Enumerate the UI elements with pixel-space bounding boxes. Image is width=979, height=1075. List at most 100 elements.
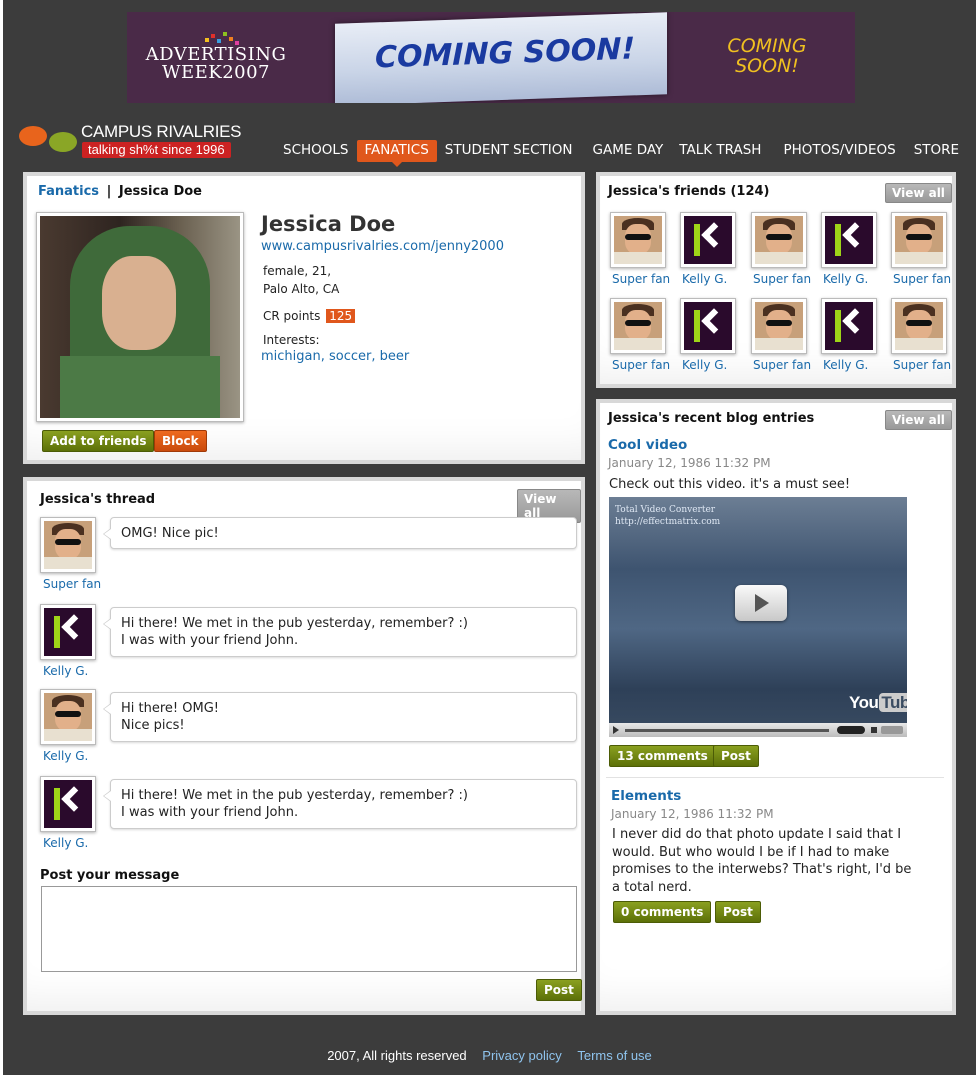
message-avatar[interactable] bbox=[40, 689, 96, 745]
message-bubble: Hi there! We met in the pub yesterday, r… bbox=[103, 779, 577, 829]
friend-avatar[interactable] bbox=[751, 298, 807, 354]
post-message-textarea[interactable] bbox=[41, 886, 577, 972]
profile-url-link[interactable]: www.campusrivalries.com/jenny2000 bbox=[261, 239, 504, 254]
blog-post-button[interactable]: Post bbox=[713, 745, 759, 767]
blog-comments-button[interactable]: 13 comments bbox=[609, 745, 716, 767]
ad-line2: WEEK2007 bbox=[161, 62, 271, 83]
kelly-avatar-image bbox=[44, 780, 92, 828]
blog-entry-body: Check out this video. it's a must see! bbox=[609, 477, 851, 492]
profile-photo[interactable] bbox=[36, 212, 244, 422]
friend-name-link[interactable]: Super fan bbox=[753, 358, 811, 372]
friend-avatar[interactable] bbox=[751, 212, 807, 268]
friends-panel: Jessica's friends (124) View all Super f… bbox=[596, 172, 956, 388]
kelly-avatar-image bbox=[44, 608, 92, 656]
video-play-small-icon[interactable] bbox=[613, 726, 619, 734]
friend-name-link[interactable]: Super fan bbox=[893, 358, 951, 372]
friend-avatar[interactable] bbox=[680, 298, 736, 354]
post-message-label: Post your message bbox=[40, 868, 180, 883]
video-player[interactable]: Total Video Converter http://effectmatri… bbox=[609, 497, 907, 737]
friend-avatar[interactable] bbox=[680, 212, 736, 268]
blog-entry-title[interactable]: Elements bbox=[611, 788, 681, 804]
friend-avatar[interactable] bbox=[610, 298, 666, 354]
nav-schools[interactable]: SCHOOLS bbox=[279, 140, 357, 162]
message-author-link[interactable]: Super fan bbox=[43, 577, 101, 591]
main-nav: SCHOOLS FANATICS STUDENT SECTION GAME DA… bbox=[279, 140, 967, 167]
blog-entry-divider bbox=[606, 777, 944, 778]
message-text-line2: I was with your friend John. bbox=[121, 633, 299, 648]
super-fan-avatar-image bbox=[44, 693, 92, 741]
video-watermark-title: Total Video Converter bbox=[615, 505, 716, 515]
blog-comments-button[interactable]: 0 comments bbox=[613, 901, 712, 923]
super-fan-avatar-image bbox=[614, 302, 662, 350]
youtube-logo-you: You bbox=[849, 693, 879, 712]
nav-fanatics[interactable]: FANATICS bbox=[356, 140, 437, 167]
breadcrumb-fanatics-link[interactable]: Fanatics bbox=[38, 184, 99, 199]
nav-student-section[interactable]: STUDENT SECTION bbox=[437, 140, 581, 162]
message-author-link[interactable]: Kelly G. bbox=[43, 836, 88, 850]
blog-entry-title[interactable]: Cool video bbox=[608, 437, 687, 453]
volume-icon[interactable] bbox=[871, 727, 877, 733]
play-icon[interactable] bbox=[735, 585, 787, 621]
blog-body-line: I never did do that photo update I said … bbox=[612, 827, 902, 842]
block-button[interactable]: Block bbox=[154, 430, 207, 452]
friend-name-link[interactable]: Super fan bbox=[893, 272, 951, 286]
nav-photos-videos[interactable]: PHOTOS/VIDEOS bbox=[775, 140, 903, 162]
friend-name-link[interactable]: Super fan bbox=[612, 358, 670, 372]
message-author-link[interactable]: Kelly G. bbox=[43, 749, 88, 763]
super-fan-avatar-image bbox=[755, 302, 803, 350]
message-avatar[interactable] bbox=[40, 604, 96, 660]
add-to-friends-button[interactable]: Add to friends bbox=[42, 430, 155, 452]
ad-right-line1: COMING bbox=[727, 35, 807, 57]
super-fan-avatar-image bbox=[614, 216, 662, 264]
post-message-button[interactable]: Post bbox=[536, 979, 582, 1001]
cr-points: CR points 125 bbox=[263, 309, 356, 323]
friend-name-link[interactable]: Kelly G. bbox=[682, 272, 727, 286]
footer-terms-link[interactable]: Terms of use bbox=[577, 1048, 651, 1063]
page-background: ADVERTISING WEEK2007 COMING SOON! COMING… bbox=[3, 0, 976, 1075]
video-progress-track[interactable] bbox=[625, 729, 829, 732]
friend-name-link[interactable]: Super fan bbox=[753, 272, 811, 286]
face-shape bbox=[102, 256, 176, 350]
friend-avatar[interactable] bbox=[821, 212, 877, 268]
message-author-link[interactable]: Kelly G. bbox=[43, 664, 88, 678]
cr-points-label: CR points bbox=[263, 309, 321, 323]
friends-view-all-button[interactable]: View all bbox=[885, 183, 952, 203]
friend-avatar[interactable] bbox=[891, 298, 947, 354]
site-logo[interactable]: CAMPUS RIVALRIES talking sh%t since 1996 bbox=[19, 122, 259, 162]
blog-view-all-button[interactable]: View all bbox=[885, 410, 952, 430]
kelly-avatar-image bbox=[825, 216, 873, 264]
ad-banner[interactable]: ADVERTISING WEEK2007 COMING SOON! COMING… bbox=[127, 12, 855, 103]
blog-panel: Jessica's recent blog entries View all C… bbox=[596, 399, 956, 1015]
message-text-line1: Hi there! OMG! bbox=[121, 701, 219, 716]
logo-tagline: talking sh%t since 1996 bbox=[82, 142, 231, 158]
interests-links[interactable]: michigan, soccer, beer bbox=[261, 349, 409, 364]
advertising-week-logo-dots bbox=[201, 30, 241, 45]
friend-name-link[interactable]: Kelly G. bbox=[823, 358, 868, 372]
profile-gender-age: female, 21, bbox=[263, 264, 332, 278]
super-fan-avatar-image bbox=[895, 302, 943, 350]
friend-name-link[interactable]: Kelly G. bbox=[823, 272, 868, 286]
breadcrumb-separator: | bbox=[106, 184, 112, 199]
nav-game-day[interactable]: GAME DAY bbox=[585, 140, 672, 162]
message-avatar[interactable] bbox=[40, 776, 96, 832]
youtube-logo: YouTube bbox=[849, 693, 907, 713]
nav-talk-trash[interactable]: TALK TRASH bbox=[671, 140, 769, 162]
share-button[interactable] bbox=[881, 726, 903, 734]
friend-avatar[interactable] bbox=[610, 212, 666, 268]
blog-body-line: would. But who would I be if I had to ma… bbox=[612, 844, 890, 860]
ad-right-text: COMING SOON! bbox=[697, 36, 837, 76]
friend-name-link[interactable]: Super fan bbox=[612, 272, 670, 286]
breadcrumb: Fanatics | Jessica Doe bbox=[38, 184, 202, 199]
blog-entry-date: January 12, 1986 11:32 PM bbox=[611, 807, 774, 821]
friend-avatar[interactable] bbox=[821, 298, 877, 354]
friend-name-link[interactable]: Kelly G. bbox=[682, 358, 727, 372]
interests-label: Interests: bbox=[263, 333, 320, 347]
blog-body-line: promises to the interwebs? That's right,… bbox=[612, 862, 912, 877]
video-control-bar[interactable] bbox=[609, 723, 907, 737]
friend-avatar[interactable] bbox=[891, 212, 947, 268]
footer-privacy-link[interactable]: Privacy policy bbox=[482, 1048, 561, 1063]
nav-store[interactable]: STORE bbox=[906, 140, 967, 162]
message-avatar[interactable] bbox=[40, 517, 96, 573]
blog-body-line: a total nerd. bbox=[612, 879, 692, 895]
blog-post-button[interactable]: Post bbox=[715, 901, 761, 923]
